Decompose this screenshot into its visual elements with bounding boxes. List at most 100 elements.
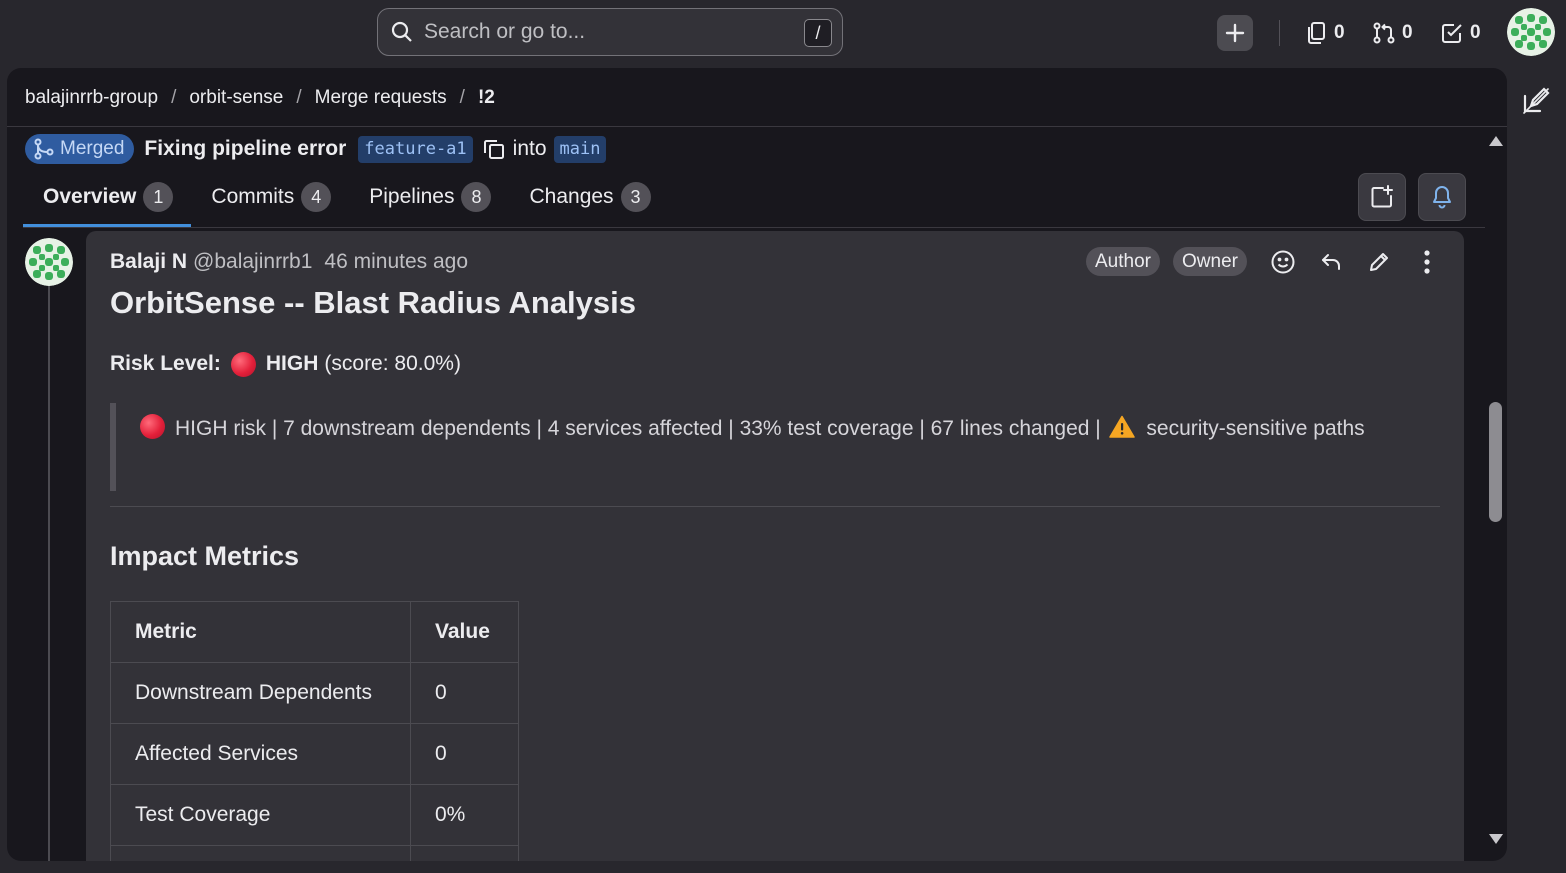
table-row: Affected Services 0: [110, 723, 519, 785]
tabs-divider: [23, 227, 1485, 228]
tab-count: 4: [301, 182, 332, 212]
target-branch[interactable]: main: [553, 135, 607, 163]
more-actions-button[interactable]: [1411, 246, 1443, 278]
identicon-avatar: [1507, 8, 1555, 56]
merge-request-title: Fixing pipeline error: [144, 137, 347, 160]
merge-request-header: Merged Fixing pipeline error feature-a1 …: [25, 134, 607, 164]
metric-cell: Test Coverage: [110, 784, 411, 846]
tab-changes[interactable]: Changes 3: [509, 172, 668, 222]
reply-button[interactable]: [1315, 246, 1347, 278]
tab-label: Changes: [529, 185, 614, 208]
todos-count: 0: [1470, 22, 1481, 43]
add-to-do-button[interactable]: [1358, 173, 1406, 221]
search-box[interactable]: Search or go to... /: [377, 8, 843, 56]
merge-request-icon: [1373, 22, 1395, 44]
risk-summary-text: HIGH risk | 7 downstream dependents | 4 …: [175, 417, 1101, 440]
table-row: Test Coverage 0%: [110, 784, 519, 846]
value-cell: [410, 845, 519, 861]
plus-icon: [1225, 23, 1245, 43]
breadcrumb-item-group[interactable]: balajinrrb-group: [25, 87, 158, 109]
note-author-avatar[interactable]: [25, 238, 73, 286]
add-todo-icon: [1371, 185, 1393, 208]
value-cell: 0%: [410, 784, 519, 846]
tab-overview[interactable]: Overview 1: [23, 172, 192, 227]
risk-level-line: Risk Level: HIGH (score: 80.0%): [110, 348, 461, 380]
section-divider: [110, 506, 1440, 507]
note-author-handle[interactable]: @balajinrrb1: [193, 250, 312, 274]
red-circle-icon: [230, 351, 256, 377]
risk-summary-quote: HIGH risk | 7 downstream dependents | 4 …: [110, 403, 1440, 491]
risk-summary-suffix: security-sensitive paths: [1146, 417, 1365, 440]
description-note: Balaji N @balajinrrb1 46 minutes ago Aut…: [86, 231, 1464, 861]
risk-level-label: Risk Level:: [110, 352, 221, 375]
table-row: Downstream Dependents 0: [110, 662, 519, 724]
create-new-button[interactable]: [1217, 15, 1253, 51]
breadcrumb-separator: /: [171, 87, 177, 108]
reply-icon: [1322, 254, 1340, 270]
copy-icon: [483, 140, 504, 159]
merged-status-badge: Merged: [25, 134, 135, 164]
kebab-menu-icon: [1424, 250, 1430, 274]
breadcrumb-separator: /: [459, 87, 465, 108]
breadcrumb-item-current[interactable]: !2: [478, 87, 495, 109]
breadcrumb-divider: [7, 126, 1507, 127]
scroll-down-arrow[interactable]: [1489, 834, 1503, 844]
search-icon: [391, 21, 412, 42]
notifications-button[interactable]: [1418, 173, 1466, 221]
bell-icon: [1433, 186, 1451, 209]
note-header: Balaji N @balajinrrb1 46 minutes ago: [110, 247, 468, 277]
risk-score: (score: 80.0%): [324, 352, 461, 375]
source-branch[interactable]: feature-a1: [358, 135, 473, 163]
identicon-avatar: [25, 238, 73, 286]
main-panel: balajinrrb-group / orbit-sense / Merge r…: [7, 68, 1507, 861]
value-cell: 0: [410, 723, 519, 785]
scroll-up-arrow[interactable]: [1489, 136, 1503, 146]
breadcrumb: balajinrrb-group / orbit-sense / Merge r…: [25, 84, 495, 112]
issues-icon: [1308, 22, 1325, 44]
expand-sidebar-button[interactable]: [1521, 86, 1553, 118]
search-placeholder[interactable]: Search or go to...: [424, 20, 585, 44]
description-heading: OrbitSense -- Blast Radius Analysis: [110, 285, 637, 320]
metric-cell: Affected Services: [110, 723, 411, 785]
note-author-name[interactable]: Balaji N: [110, 250, 187, 274]
tab-label: Commits: [211, 185, 295, 208]
pencil-icon: [1370, 253, 1388, 271]
merged-status-label: Merged: [60, 138, 125, 159]
smiley-icon: [1271, 250, 1295, 274]
impact-metrics-heading: Impact Metrics: [110, 541, 300, 571]
risk-level-value: HIGH: [265, 352, 319, 375]
breadcrumb-separator: /: [296, 87, 302, 108]
merge-requests-counter[interactable]: 0: [1372, 17, 1413, 49]
user-avatar[interactable]: [1507, 8, 1555, 56]
timeline-line: [48, 258, 50, 861]
value-cell: 0: [410, 662, 519, 724]
merge-icon: [34, 138, 54, 160]
metric-cell: [110, 845, 411, 861]
into-label: into: [512, 137, 547, 160]
breadcrumb-item-project[interactable]: orbit-sense: [189, 87, 283, 109]
merge-requests-count: 0: [1402, 22, 1413, 43]
column-header-value: Value: [410, 601, 519, 663]
issues-count: 0: [1334, 22, 1345, 43]
issues-counter[interactable]: 0: [1306, 17, 1345, 49]
todos-counter[interactable]: 0: [1440, 17, 1481, 49]
tab-count: 1: [143, 182, 174, 212]
owner-badge: Owner: [1173, 247, 1247, 276]
metric-cell: Downstream Dependents: [110, 662, 411, 724]
top-bar: Search or go to... / 0 0 0: [0, 0, 1566, 66]
red-circle-icon: [140, 414, 165, 439]
merge-request-tabs: Overview 1 Commits 4 Pipelines 8 Changes…: [23, 172, 669, 228]
tab-count: 8: [461, 182, 492, 212]
search-shortcut-key: /: [804, 19, 832, 47]
table-row: [110, 845, 519, 861]
todo-check-icon: [1442, 24, 1462, 43]
author-badge: Author: [1086, 247, 1160, 276]
copy-branch-button[interactable]: [483, 138, 505, 160]
tab-commits[interactable]: Commits 4: [191, 172, 349, 222]
tab-pipelines[interactable]: Pipelines 8: [349, 172, 509, 222]
breadcrumb-item-merge-requests[interactable]: Merge requests: [315, 87, 447, 109]
add-reaction-button[interactable]: [1267, 246, 1299, 278]
edit-button[interactable]: [1363, 246, 1395, 278]
scrollbar-thumb[interactable]: [1489, 402, 1502, 522]
note-timestamp[interactable]: 46 minutes ago: [324, 250, 468, 274]
